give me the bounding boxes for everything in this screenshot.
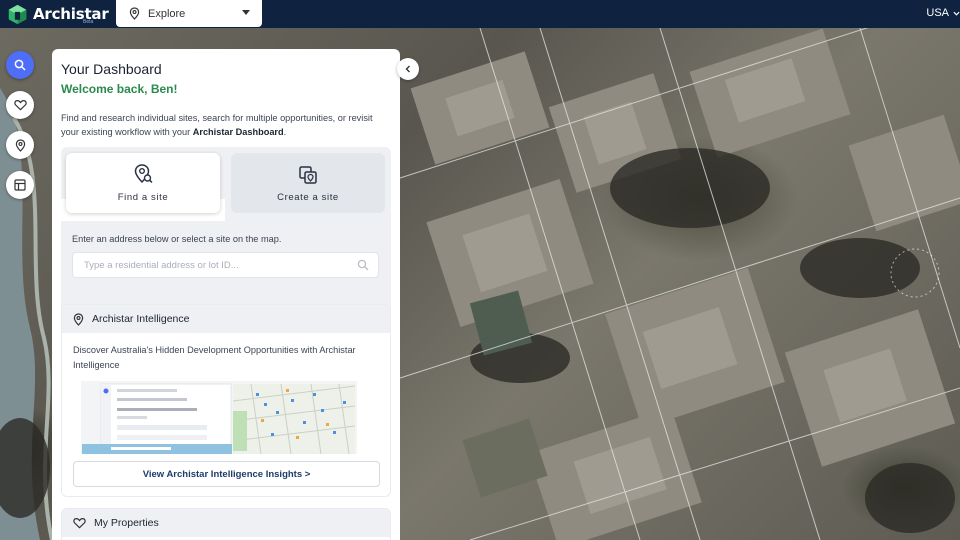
- brand-sub-label: Beta: [83, 19, 94, 25]
- intro-text: Find and research individual sites, sear…: [61, 113, 373, 137]
- intro-dashboard-link: Archistar Dashboard: [192, 127, 284, 137]
- search-icon[interactable]: [357, 259, 369, 271]
- intelligence-preview-graphic: [82, 383, 356, 454]
- my-properties-header[interactable]: My Properties: [62, 509, 390, 537]
- location-pin-icon: [129, 7, 140, 20]
- intelligence-card-header: Archistar Intelligence: [62, 305, 390, 333]
- country-selector[interactable]: USA: [926, 5, 960, 21]
- chevron-down-icon: [242, 10, 250, 15]
- rail-layout-button[interactable]: [6, 171, 34, 199]
- rail-intelligence-button[interactable]: [6, 131, 34, 159]
- my-properties-card[interactable]: My Properties: [61, 508, 391, 540]
- create-site-icon: [299, 166, 317, 184]
- my-properties-title: My Properties: [94, 517, 159, 529]
- tab-find-a-site[interactable]: Find a site: [66, 153, 220, 213]
- heart-icon: [13, 100, 27, 111]
- search-hint: Enter an address below or select a site …: [72, 234, 282, 244]
- intelligence-description: Discover Australia's Hidden Development …: [73, 345, 356, 370]
- explore-label: Explore: [148, 7, 186, 20]
- heart-icon: [73, 518, 86, 529]
- collapse-panel-button[interactable]: [397, 58, 419, 80]
- welcome-message: Welcome back, Ben!: [61, 82, 178, 96]
- rail-search-button[interactable]: [6, 51, 34, 79]
- explore-dropdown[interactable]: Explore: [116, 0, 262, 27]
- intelligence-card-title: Archistar Intelligence: [92, 313, 190, 325]
- country-label: USA: [926, 7, 949, 19]
- tab-create-a-site-label: Create a site: [277, 192, 339, 203]
- page-title: Your Dashboard: [61, 61, 162, 77]
- rail-favourites-button[interactable]: [6, 91, 34, 119]
- brand-name: Archistar: [33, 5, 109, 23]
- archistar-logo-icon: [8, 4, 27, 24]
- dashboard-panel: Your Dashboard Welcome back, Ben! Find a…: [52, 49, 400, 540]
- view-intelligence-button[interactable]: View Archistar Intelligence Insights >: [73, 461, 380, 487]
- chevron-down-icon: [953, 11, 960, 16]
- search-icon: [14, 59, 26, 71]
- intelligence-preview-image: [81, 381, 357, 454]
- find-site-icon: [134, 164, 153, 184]
- address-search-box[interactable]: [72, 252, 379, 278]
- brand-logo[interactable]: Archistar: [7, 2, 109, 26]
- chevron-left-icon: [405, 65, 410, 73]
- intelligence-icon: [15, 138, 25, 152]
- intelligence-card: Archistar Intelligence Discover Australi…: [61, 304, 391, 497]
- address-search-input[interactable]: [84, 259, 354, 271]
- layout-icon: [14, 179, 26, 191]
- tab-find-a-site-label: Find a site: [117, 192, 169, 203]
- intelligence-icon: [73, 312, 84, 326]
- tab-create-a-site[interactable]: Create a site: [231, 153, 385, 213]
- top-bar: Archistar Beta Explore USA: [0, 0, 960, 28]
